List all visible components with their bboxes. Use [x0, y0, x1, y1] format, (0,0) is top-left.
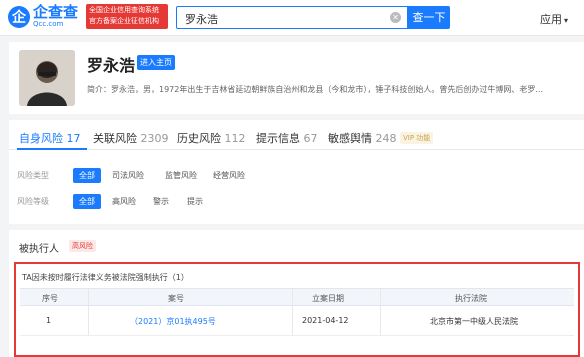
search-input[interactable]: 罗永浩 ✕	[176, 6, 408, 29]
filter-type-all[interactable]: 全部	[73, 168, 101, 183]
divider	[9, 224, 584, 230]
enforcement-record-box: TA因未按时履行法律义务被法院强制执行（1） 序号 案号 立案日期 执行法院 1…	[14, 262, 580, 357]
logo-mark-icon: 企	[8, 5, 30, 28]
tab-history-risk[interactable]: 历史风险 112	[177, 130, 246, 146]
person-bio: 简介：罗永浩，男，1972年出生于吉林省延边朝鲜族自治州和龙县（今和龙市），锤子…	[87, 85, 543, 94]
clear-icon[interactable]: ✕	[390, 12, 401, 23]
search-value[interactable]: 罗永浩	[185, 11, 218, 27]
col-case-no: 案号	[168, 294, 184, 303]
col-index: 序号	[42, 294, 58, 303]
risk-level-label: 风险等级	[17, 197, 49, 206]
filter-level-notice[interactable]: 提示	[187, 196, 203, 207]
badge-line-1: 全国企业信用查询系统	[89, 6, 159, 14]
enforcement-summary: TA因未按时履行法律义务被法院强制执行（1）	[22, 273, 189, 282]
filter-type-operational[interactable]: 经营风险	[213, 170, 245, 181]
filing-date: 2021-04-12	[302, 316, 349, 325]
row-index: 1	[46, 316, 52, 325]
tab-self-risk[interactable]: 自身风险 17	[19, 130, 81, 146]
filter-level-warning[interactable]: 警示	[153, 196, 169, 207]
badge-line-2: 官方备案企业征信机构	[89, 17, 159, 25]
tab-notice-info[interactable]: 提示信息 67	[256, 130, 318, 146]
chevron-down-icon: ▾	[564, 16, 569, 25]
col-court: 执行法院	[455, 294, 487, 303]
filter-type-judicial[interactable]: 司法风险	[112, 170, 144, 181]
filter-level-high[interactable]: 高风险	[112, 196, 136, 207]
filter-level-all[interactable]: 全部	[73, 194, 101, 209]
risk-type-label: 风险类型	[17, 171, 49, 180]
risk-tabs: 自身风险 17 关联风险 2309 历史风险 112 提示信息 67 敏感舆情 …	[9, 120, 584, 150]
enter-homepage-button[interactable]: 进入主页	[137, 55, 175, 70]
table-row: 1 （2021）京01执495号 2021-04-12 北京市第一中级人民法院	[20, 306, 574, 336]
apps-menu-label: 应用	[540, 13, 562, 26]
person-name[interactable]: 罗永浩	[87, 52, 135, 76]
filter-type-regulatory[interactable]: 监管风险	[165, 170, 197, 181]
logo-domain: Qcc.com	[33, 20, 64, 28]
top-bar: 企 企查查 Qcc.com 全国企业信用查询系统 官方备案企业征信机构 罗永浩 …	[0, 0, 584, 36]
tab-related-risk[interactable]: 关联风险 2309	[93, 130, 169, 146]
court-name: 北京市第一中级人民法院	[430, 317, 518, 326]
search-button[interactable]: 查一下	[408, 6, 450, 29]
case-number-link[interactable]: （2021）京01执495号	[130, 316, 216, 327]
risk-panel: 自身风险 17 关联风险 2309 历史风险 112 提示信息 67 敏感舆情 …	[9, 120, 584, 357]
risk-level-badge: 高风险	[69, 240, 96, 252]
tab-sensitive-news[interactable]: 敏感舆情 248	[328, 130, 397, 146]
qcc-logo[interactable]: 企 企查查 Qcc.com	[8, 5, 78, 28]
vip-badge: VIP 功能	[400, 132, 434, 144]
certification-badge: 全国企业信用查询系统 官方备案企业征信机构	[86, 4, 168, 29]
profile-card: 罗永浩 进入主页 简介：罗永浩，男，1972年出生于吉林省延边朝鲜族自治州和龙县…	[9, 42, 584, 114]
section-title: 被执行人	[19, 244, 59, 255]
apps-menu[interactable]: 应用 ▾	[540, 11, 568, 27]
active-tab-indicator	[17, 148, 87, 150]
col-filing-date: 立案日期	[312, 294, 344, 303]
logo-name: 企查查	[33, 3, 79, 21]
table-header: 序号 案号 立案日期 执行法院	[20, 288, 574, 306]
avatar	[19, 50, 75, 106]
